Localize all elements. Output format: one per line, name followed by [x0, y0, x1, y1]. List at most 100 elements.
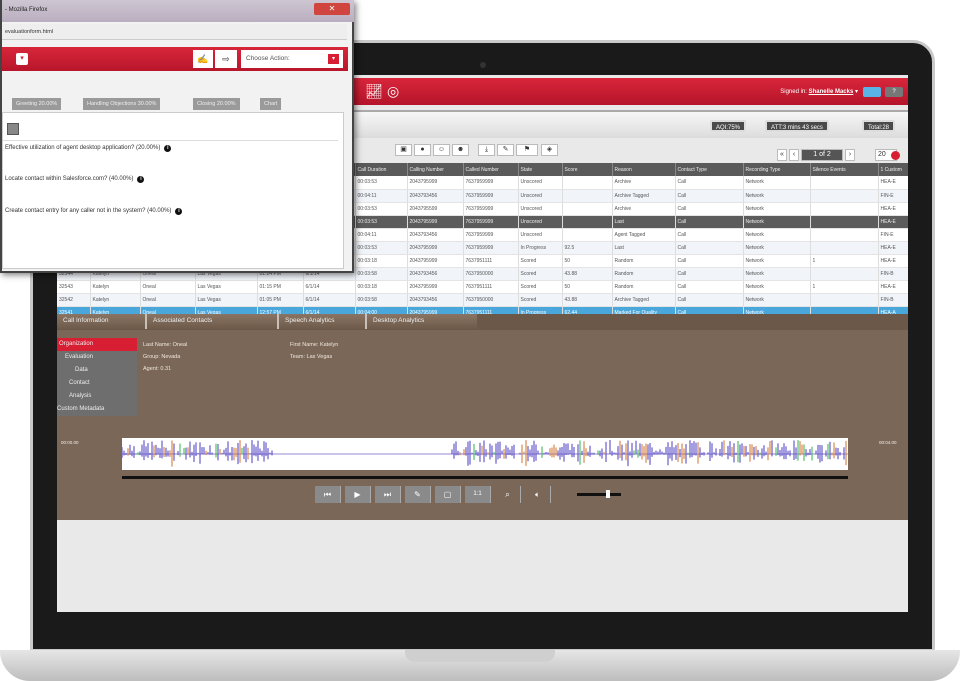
- tab-chart[interactable]: Chart: [260, 98, 282, 110]
- export-icon[interactable]: ▣: [395, 144, 412, 156]
- tag-icon[interactable]: ◈: [541, 144, 558, 156]
- nav-data[interactable]: Data: [57, 364, 137, 377]
- table-cell: 7637951111: [463, 254, 519, 268]
- column-header[interactable]: Score: [562, 163, 613, 176]
- skip-forward-icon[interactable]: ⏭︎: [375, 486, 401, 503]
- column-header[interactable]: Silence Events: [810, 163, 879, 176]
- table-cell: 00:03:53: [355, 215, 408, 229]
- table-cell: HEA-E: [878, 241, 908, 255]
- volume-handle[interactable]: [606, 490, 610, 498]
- group-icon[interactable]: ☺: [433, 144, 450, 156]
- table-row[interactable]: 32542 Katelyn Oneal Las Vegas 01:05 PM 6/1/14…: [57, 293, 908, 307]
- table-cell: 00:03:18: [355, 254, 408, 268]
- skip-back-icon[interactable]: ⏮︎: [315, 486, 341, 503]
- zoom-ratio-button[interactable]: 1:1: [465, 486, 491, 503]
- table-cell: Last: [612, 241, 676, 255]
- table-cell: [810, 228, 879, 242]
- help-button[interactable]: ?: [885, 87, 903, 97]
- column-header[interactable]: Called Number: [463, 163, 519, 176]
- timeline-bar[interactable]: [122, 476, 848, 479]
- nav-custom-metadata[interactable]: Custom Metadata: [57, 403, 137, 416]
- table-cell: 2043795599: [407, 202, 464, 216]
- prev-page-button[interactable]: ‹: [789, 149, 799, 161]
- per-page-dropdown-icon[interactable]: [891, 151, 900, 160]
- settings-button[interactable]: [863, 87, 881, 97]
- chart-icon[interactable]: 📈︎: [365, 83, 383, 100]
- volume-slider[interactable]: [577, 493, 621, 496]
- group: Group: Nevada: [143, 354, 181, 360]
- info-icon[interactable]: i: [175, 208, 183, 215]
- table-cell: Katelyn: [90, 280, 141, 294]
- page-indicator: 1 of 2: [801, 149, 843, 161]
- table-cell: Katelyn: [90, 293, 141, 307]
- close-window-icon[interactable]: ✕: [314, 3, 350, 15]
- nav-analysis[interactable]: Analysis: [57, 390, 137, 403]
- column-header[interactable]: Calling Number: [407, 163, 464, 176]
- tab-closing[interactable]: Closing 20.00%: [193, 98, 240, 110]
- submit-icon[interactable]: ⇨: [215, 50, 237, 68]
- play-icon[interactable]: ▶: [345, 486, 371, 503]
- table-cell: 50: [562, 254, 613, 268]
- annotate-icon[interactable]: ✎: [405, 486, 431, 503]
- last-name: Last Name: Oneal: [143, 342, 188, 348]
- target-icon[interactable]: ◎: [387, 83, 399, 100]
- column-header[interactable]: Reason: [612, 163, 676, 176]
- detail-tabs: Call Information Associated Contacts Spe…: [57, 314, 908, 330]
- column-header[interactable]: Call Duration: [355, 163, 408, 176]
- screen-icon[interactable]: ▢: [435, 486, 461, 503]
- tab-handling-objections[interactable]: Handling Objections 30.00%: [83, 98, 161, 110]
- form-body: Effective utilization of agent desktop a…: [2, 112, 344, 269]
- column-header[interactable]: Recording Type: [743, 163, 811, 176]
- nav-contact[interactable]: Contact: [57, 377, 137, 390]
- table-cell: HEA-E: [878, 176, 908, 190]
- table-cell: [562, 228, 613, 242]
- table-cell: Call: [675, 215, 744, 229]
- table-cell: 00:03:58: [355, 293, 408, 307]
- tab-speech-analytics[interactable]: Speech Analytics: [277, 314, 365, 329]
- tab-call-information[interactable]: Call Information: [57, 314, 145, 329]
- laptop-notch: [405, 650, 555, 662]
- zoom-icon[interactable]: ⌕: [495, 486, 521, 503]
- table-cell: Network: [743, 189, 811, 203]
- download-icon[interactable]: ⤓: [478, 144, 495, 156]
- table-cell: 7637959999: [463, 228, 519, 242]
- first-page-button[interactable]: «: [777, 149, 787, 161]
- column-header[interactable]: Contact Type: [675, 163, 744, 176]
- users-icon[interactable]: ☻: [452, 144, 469, 156]
- table-cell: 00:03:53: [355, 176, 408, 190]
- table-cell: 00:03:53: [355, 241, 408, 255]
- record-icon[interactable]: ●: [414, 144, 431, 156]
- table-cell: 7637951111: [463, 280, 519, 294]
- aqi-badge: AQI:75%: [710, 120, 747, 132]
- column-header[interactable]: 1 Custom: [878, 163, 908, 176]
- table-row[interactable]: 32543 Katelyn Oneal Las Vegas 01:15 PM 6/1/14…: [57, 280, 908, 294]
- table-cell: Random: [612, 267, 676, 281]
- edit-icon[interactable]: ✎: [497, 144, 514, 156]
- audio-waveform[interactable]: [122, 438, 848, 470]
- tab-associated-contacts[interactable]: Associated Contacts: [145, 314, 277, 329]
- info-icon[interactable]: i: [137, 176, 145, 183]
- chevron-down-icon[interactable]: ▾: [328, 54, 339, 64]
- nav-organization[interactable]: Organization: [57, 338, 137, 351]
- user-menu[interactable]: Shanelle Macks: [809, 89, 854, 95]
- table-cell: Call: [675, 202, 744, 216]
- volume-icon[interactable]: 🔈︎: [525, 486, 551, 503]
- form-icon[interactable]: [7, 123, 19, 135]
- next-page-button[interactable]: ›: [845, 149, 855, 161]
- signed-in: Signed in: Shanelle Macks ▾: [780, 89, 858, 95]
- tab-greeting[interactable]: Greeting 20.00%: [12, 98, 62, 110]
- flag-icon[interactable]: ⚑: [516, 144, 538, 156]
- dropdown-icon[interactable]: ▾: [16, 53, 28, 65]
- table-cell: Last: [612, 215, 676, 229]
- table-cell: 7637959999: [463, 189, 519, 203]
- table-cell: 6/1/14: [303, 293, 356, 307]
- form-header: ▾ ✍ ⇨ Choose Action: ▾: [2, 47, 348, 71]
- column-header[interactable]: State: [518, 163, 563, 176]
- nav-evaluation[interactable]: Evaluation: [57, 351, 137, 364]
- sign-icon[interactable]: ✍: [193, 50, 213, 68]
- table-cell: HEA-E: [878, 202, 908, 216]
- table-cell: 50: [562, 280, 613, 294]
- url-bar[interactable]: evaluationform.html: [2, 24, 347, 40]
- tab-desktop-analytics[interactable]: Desktop Analytics: [365, 314, 477, 329]
- info-icon[interactable]: i: [164, 145, 172, 152]
